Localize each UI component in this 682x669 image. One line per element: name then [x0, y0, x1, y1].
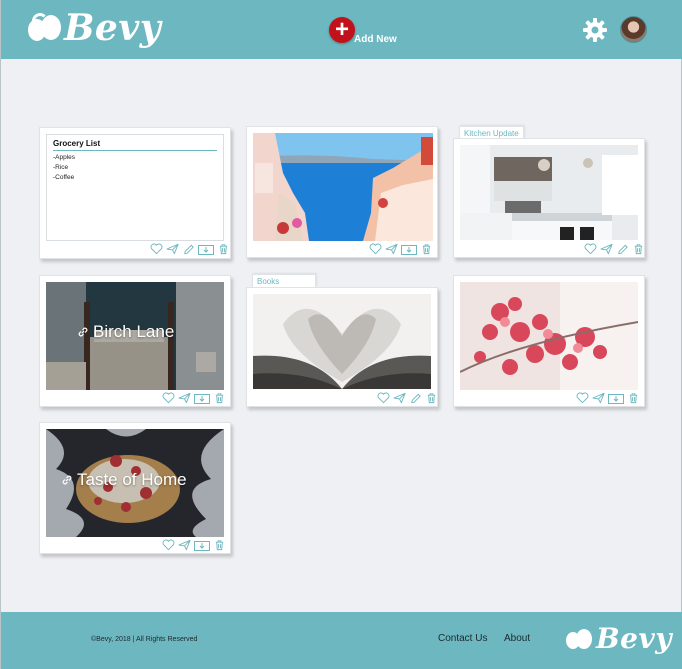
- sea-photo: [253, 133, 433, 241]
- trash-icon[interactable]: [627, 392, 640, 404]
- copyright-text: ©Bevy, 2018 | All Rights Reserved: [91, 636, 198, 643]
- note-title: Grocery List: [53, 139, 217, 151]
- bevy-logo-icon: [28, 13, 62, 43]
- share-icon[interactable]: [592, 392, 605, 404]
- note-content: Grocery List -Apples -Rice -Coffee: [46, 134, 224, 241]
- download-icon[interactable]: [194, 539, 210, 551]
- edit-icon[interactable]: [182, 243, 195, 255]
- board-title-text: Birch Lane: [93, 322, 175, 341]
- share-icon[interactable]: [600, 243, 613, 255]
- trash-icon[interactable]: [213, 539, 226, 551]
- download-icon[interactable]: [198, 243, 214, 255]
- app-footer: ©Bevy, 2018 | All Rights Reserved Contac…: [1, 612, 682, 669]
- edit-icon[interactable]: [409, 392, 422, 404]
- download-icon[interactable]: [608, 392, 624, 404]
- trash-icon[interactable]: [632, 243, 645, 255]
- grocery-list-card[interactable]: Grocery List -Apples -Rice -Coffee: [39, 127, 231, 259]
- app-header: Bevy + Add New: [1, 0, 682, 59]
- logo-text: Bevy: [64, 7, 162, 49]
- heart-icon[interactable]: [150, 243, 163, 255]
- trash-icon[interactable]: [213, 392, 226, 404]
- footer-logo-text: Bevy: [596, 622, 673, 655]
- blossom-photo-card[interactable]: [453, 275, 645, 407]
- share-icon[interactable]: [178, 392, 191, 404]
- bevy-logo-icon: [566, 627, 594, 651]
- kitchen-photo: [460, 145, 638, 240]
- board-title: Birch Lane: [76, 322, 174, 342]
- contact-us-link[interactable]: Contact Us: [438, 633, 487, 644]
- board-title-text: Taste of Home: [77, 470, 187, 489]
- about-link[interactable]: About: [504, 633, 530, 644]
- kitchen-board-card[interactable]: [453, 138, 645, 258]
- heart-icon[interactable]: [377, 392, 390, 404]
- download-icon[interactable]: [401, 243, 417, 255]
- download-icon[interactable]: [194, 392, 210, 404]
- user-avatar[interactable]: [620, 16, 647, 43]
- blossom-photo: [460, 282, 638, 390]
- card-actions: [576, 392, 640, 404]
- heart-icon[interactable]: [162, 539, 175, 551]
- gear-icon[interactable]: [582, 17, 608, 43]
- birch-lane-card[interactable]: Birch Lane: [39, 275, 231, 407]
- board-title: Taste of Home: [60, 470, 187, 490]
- taste-of-home-card[interactable]: Taste of Home: [39, 422, 231, 554]
- trash-icon[interactable]: [425, 392, 438, 404]
- trash-icon[interactable]: [217, 243, 230, 255]
- books-board-card[interactable]: [246, 287, 438, 407]
- list-item: -Apples: [53, 154, 76, 161]
- card-actions: [377, 392, 438, 404]
- list-item: -Rice: [53, 164, 69, 171]
- share-icon[interactable]: [385, 243, 398, 255]
- bevy-logo[interactable]: Bevy: [28, 8, 161, 48]
- share-icon[interactable]: [393, 392, 406, 404]
- add-new-label[interactable]: Add New: [354, 34, 397, 45]
- trash-icon[interactable]: [420, 243, 433, 255]
- card-actions: [369, 243, 433, 255]
- heart-icon[interactable]: [576, 392, 589, 404]
- card-actions: [150, 243, 230, 255]
- link-icon: [60, 473, 74, 487]
- list-item: -Coffee: [53, 174, 75, 181]
- share-icon[interactable]: [166, 243, 179, 255]
- tab-books[interactable]: Books: [252, 274, 316, 288]
- add-new-button[interactable]: + Add New: [329, 17, 397, 45]
- card-actions: [162, 392, 226, 404]
- heart-icon[interactable]: [369, 243, 382, 255]
- edit-icon[interactable]: [616, 243, 629, 255]
- card-actions: [584, 243, 645, 255]
- heart-icon[interactable]: [584, 243, 597, 255]
- footer-logo[interactable]: Bevy: [566, 623, 672, 655]
- card-actions: [162, 539, 226, 551]
- share-icon[interactable]: [178, 539, 191, 551]
- book-photo: [253, 294, 431, 389]
- santorini-photo-card[interactable]: [246, 126, 438, 258]
- plus-icon[interactable]: +: [329, 17, 355, 43]
- link-icon: [76, 325, 90, 339]
- heart-icon[interactable]: [162, 392, 175, 404]
